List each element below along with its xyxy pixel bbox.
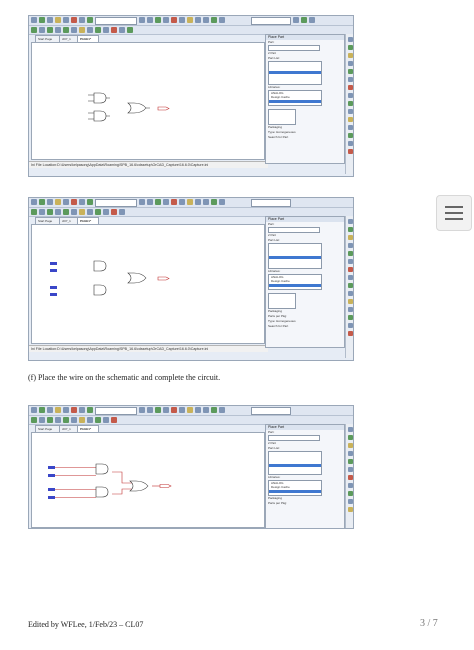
library-list[interactable]: ANALOG Design Cache bbox=[268, 90, 322, 106]
search-combo[interactable] bbox=[251, 17, 291, 25]
schematic-drawing bbox=[50, 260, 170, 296]
schematic-canvas[interactable] bbox=[31, 42, 265, 160]
part-combo[interactable] bbox=[95, 17, 137, 25]
search-for-part[interactable]: Search for Part bbox=[266, 135, 344, 140]
lib-item-design-cache[interactable]: Design Cache bbox=[269, 95, 321, 99]
input-port-a bbox=[50, 262, 57, 265]
input-port-b bbox=[50, 269, 57, 272]
page-number: 3 / 7 bbox=[420, 618, 438, 629]
or-gate bbox=[129, 480, 149, 492]
input-port-d bbox=[50, 293, 57, 296]
schematic-canvas[interactable] bbox=[31, 224, 265, 344]
input-port-c bbox=[50, 286, 57, 289]
input-port-c bbox=[48, 488, 55, 491]
and-gate-2 bbox=[95, 486, 109, 498]
part-list[interactable] bbox=[268, 61, 322, 85]
draw-toolbar bbox=[345, 34, 353, 174]
input-port-b bbox=[48, 474, 55, 477]
part-preview bbox=[268, 109, 296, 125]
place-part-panel: Place Part Part: 2 Part Part List: Libra… bbox=[265, 216, 345, 348]
page-top-cut bbox=[380, 0, 382, 4]
output-port bbox=[157, 106, 170, 111]
part-combo[interactable] bbox=[95, 199, 137, 207]
screenshot-place-part-1: Start Page cl07_1 PAGE1* Ini File Locati… bbox=[28, 15, 354, 177]
draw-toolbar bbox=[345, 424, 353, 528]
parts-per-pkg-label: Parts per Pkg: bbox=[268, 501, 288, 505]
schematic-drawing bbox=[88, 92, 170, 122]
part-preview bbox=[268, 293, 296, 309]
menu-icon[interactable] bbox=[436, 195, 472, 231]
and-gate-2 bbox=[93, 284, 107, 296]
menu-toolbar bbox=[29, 198, 353, 208]
menu-toolbar bbox=[29, 16, 353, 26]
part-list[interactable] bbox=[268, 243, 322, 269]
output-port bbox=[159, 484, 172, 488]
part-combo[interactable] bbox=[95, 407, 137, 415]
input-port-d bbox=[48, 496, 55, 499]
output-port bbox=[157, 276, 170, 281]
status-bar: Ini File Location:D:\Users\kelpasong\App… bbox=[29, 345, 268, 352]
search-for-part[interactable]: Search for Part bbox=[266, 324, 344, 329]
and-gate-1 bbox=[93, 92, 107, 104]
step-f-caption: (f) Place the wire on the schematic and … bbox=[28, 373, 221, 382]
part-list[interactable] bbox=[268, 451, 322, 475]
and-gate-2 bbox=[93, 110, 107, 122]
and-gate-1 bbox=[93, 260, 107, 272]
status-bar: Ini File Location:D:\Users\kelpasong\App… bbox=[29, 161, 268, 168]
library-list[interactable]: ANALOG Design Cache bbox=[268, 480, 322, 496]
schematic-drawing bbox=[48, 463, 172, 499]
library-list[interactable]: ANALOG Design Cache bbox=[268, 274, 322, 290]
screenshot-wired-circuit: Start Page cl07_1 PAGE1* Place Part Part… bbox=[28, 405, 354, 529]
search-combo[interactable] bbox=[251, 199, 291, 207]
input-port-a bbox=[48, 466, 55, 469]
schematic-canvas[interactable] bbox=[31, 432, 265, 528]
menu-toolbar bbox=[29, 406, 353, 416]
screenshot-place-part-2: Start Page cl07_1 PAGE1* Ini File Locati… bbox=[28, 197, 354, 361]
and-gate-1 bbox=[95, 463, 109, 475]
draw-toolbar bbox=[345, 216, 353, 358]
lib-item-design-cache[interactable]: Design Cache bbox=[269, 279, 321, 283]
or-gate bbox=[127, 272, 147, 284]
or-gate bbox=[127, 102, 147, 114]
place-part-panel: Place Part Part: 2 Part Part List: Libra… bbox=[265, 424, 345, 528]
search-combo[interactable] bbox=[251, 407, 291, 415]
place-part-panel: Place Part Part: 2 Part Part List: Libra… bbox=[265, 34, 345, 164]
lib-item-design-cache[interactable]: Design Cache bbox=[269, 485, 321, 489]
footer-editor: Edited by WFLee, 1/Feb/23 – CL07 bbox=[28, 620, 144, 629]
